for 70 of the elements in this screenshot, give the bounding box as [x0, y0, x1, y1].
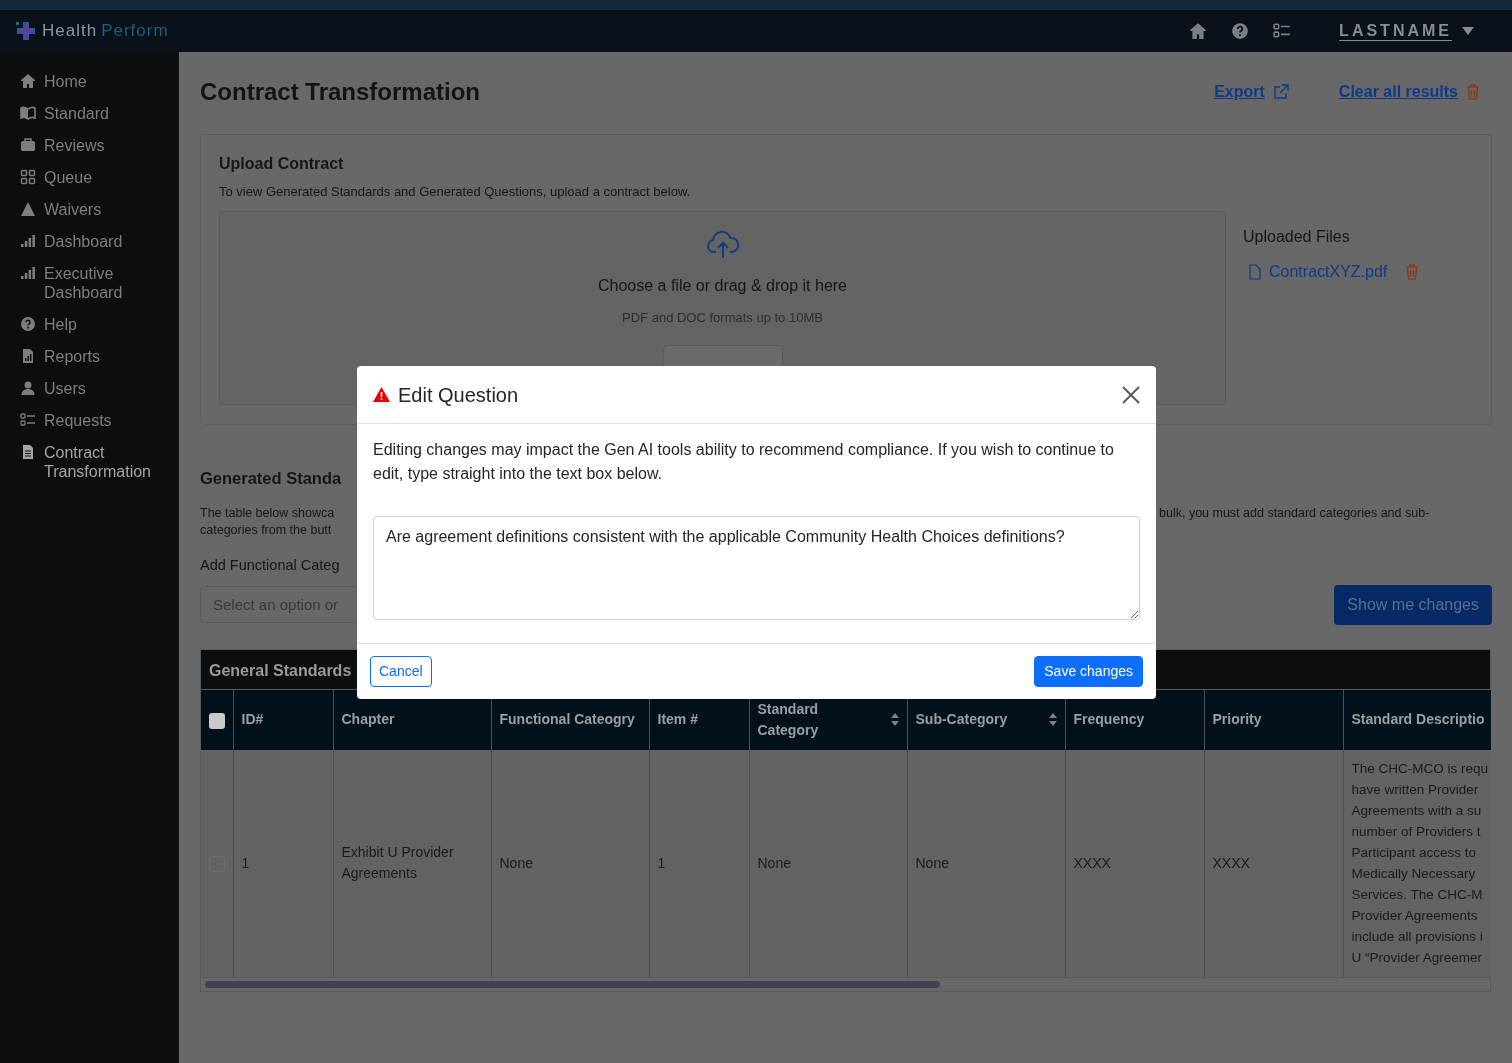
close-button[interactable] — [1122, 385, 1140, 404]
question-text-area[interactable]: Are agreement definitions consistent with the applicable Community Health Choices definitions? — [373, 516, 1140, 620]
home-icon — [20, 73, 36, 89]
table-cell: XXXX — [1212, 854, 1250, 871]
help-icon — [20, 316, 36, 332]
sidebar-item[interactable]: Contract Transformation — [0, 437, 179, 488]
cloud-upload-icon — [705, 230, 740, 260]
logo-icon — [14, 20, 38, 42]
report-icon — [20, 348, 36, 364]
sort-icon[interactable] — [890, 713, 899, 727]
table-cell: XXXX — [1073, 854, 1111, 871]
column-header[interactable]: Frequency — [1073, 709, 1145, 731]
table-cell: None — [757, 854, 791, 871]
cancel-button[interactable]: Cancel — [370, 656, 432, 687]
column-header[interactable]: Chapter — [341, 709, 395, 731]
card-title: Upload Contract — [219, 154, 345, 174]
scrollbar-thumb[interactable] — [205, 980, 940, 988]
sidebar-item[interactable]: Queue — [0, 162, 179, 194]
table-cell: 1 — [657, 854, 666, 871]
dialog-message: Editing changes may impact the Gen AI tools ability to recommend compliance. If you wish to continue to edit, type straight into the text box below. — [373, 440, 1115, 484]
book-icon — [20, 105, 36, 121]
trash-icon — [1466, 84, 1480, 100]
save-button[interactable]: Save changes — [1034, 656, 1143, 687]
section-description: The table below showca categories from the butt — [200, 505, 336, 539]
document-icon — [20, 444, 36, 460]
sidebar-item[interactable]: Users — [0, 373, 179, 405]
uploaded-files-heading: Uploaded Files — [1243, 227, 1351, 247]
caret-icon[interactable] — [1462, 27, 1474, 35]
home-icon — [1189, 22, 1208, 40]
dialog-title: Edit Question — [398, 382, 519, 407]
table-cell: None — [499, 854, 533, 871]
briefcase-icon — [20, 137, 36, 153]
sidebar-item[interactable]: Executive Dashboard — [0, 258, 179, 309]
external-link-icon — [1272, 84, 1289, 100]
warning-icon — [20, 201, 36, 217]
bar-chart-icon — [20, 265, 36, 281]
file-icon — [1249, 264, 1261, 280]
sort-icon[interactable] — [1048, 713, 1057, 727]
sidebar-item[interactable]: Standard — [0, 98, 179, 130]
table-cell: 1 — [241, 854, 250, 871]
upload-instructions: To view Generated Standards and Generated Questions, upload a contract below. — [219, 183, 692, 201]
checklist-icon — [20, 412, 36, 428]
column-header[interactable]: ID# — [241, 709, 264, 731]
table-cell: Exhibit U Provider Agreements — [341, 844, 454, 882]
sidebar-item[interactable]: Reviews — [0, 130, 179, 162]
user-icon — [20, 380, 36, 396]
section-description: bulk, you must add standard categories and sub- — [1159, 505, 1430, 522]
show-changes-button[interactable]: Show me changes — [1334, 584, 1492, 625]
grid-icon — [20, 169, 36, 185]
logo-text: Health Perform — [42, 20, 169, 43]
select-all-checkbox[interactable] — [209, 712, 225, 729]
column-header[interactable]: Item # — [657, 709, 698, 731]
checklist-icon — [1273, 22, 1292, 40]
sidebar-item[interactable]: Requests — [0, 405, 179, 437]
section-title: Generated Standa — [200, 468, 343, 488]
drop-prompt: Choose a file or drag & drop it here — [598, 276, 847, 296]
page-title: Contract Transformation — [200, 78, 481, 106]
sidebar-item[interactable]: Help — [0, 309, 179, 341]
help-icon — [1231, 22, 1250, 40]
sidebar-item[interactable]: Reports — [0, 341, 179, 373]
user-menu[interactable]: LASTNAME — [1339, 19, 1452, 43]
sidebar-item[interactable]: Waivers — [0, 194, 179, 226]
table-cell: None — [915, 854, 949, 871]
bar-chart-icon — [20, 233, 36, 249]
table-title: General Standards — [209, 661, 352, 679]
sidebar-item[interactable]: Dashboard — [0, 226, 179, 258]
warning-icon — [373, 387, 390, 402]
sidebar-item[interactable]: Home — [0, 66, 179, 98]
field-label: Add Functional Categ — [200, 556, 341, 575]
column-header[interactable]: Priority — [1212, 709, 1262, 731]
